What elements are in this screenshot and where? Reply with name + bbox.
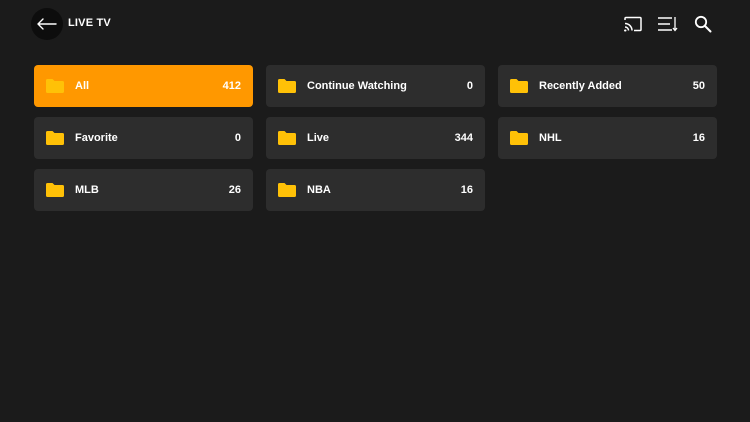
search-button[interactable] xyxy=(692,13,714,35)
category-tile[interactable]: Continue Watching 0 xyxy=(266,65,485,107)
category-tile[interactable]: NHL 16 xyxy=(498,117,717,159)
category-tile[interactable]: Recently Added 50 xyxy=(498,65,717,107)
sort-list-icon xyxy=(658,17,678,32)
category-label: Continue Watching xyxy=(307,80,407,92)
category-grid: All 412 Continue Watching 0 Recently Added 50… xyxy=(34,65,717,211)
category-count: 0 xyxy=(466,80,473,92)
category-tile[interactable]: Favorite 0 xyxy=(34,117,253,159)
folder-icon xyxy=(278,79,296,93)
sort-button[interactable] xyxy=(657,13,679,35)
folder-icon xyxy=(46,79,64,93)
arrow-left-icon xyxy=(37,18,57,30)
category-label: MLB xyxy=(75,184,99,196)
folder-icon xyxy=(510,131,528,145)
category-count: 412 xyxy=(222,80,241,92)
folder-icon xyxy=(510,79,528,93)
category-count: 16 xyxy=(692,132,705,144)
category-tile[interactable]: MLB 26 xyxy=(34,169,253,211)
category-label: Recently Added xyxy=(539,80,622,92)
category-label: Favorite xyxy=(75,132,118,144)
category-label: NHL xyxy=(539,132,562,144)
category-count: 16 xyxy=(460,184,473,196)
category-label: Live xyxy=(307,132,330,144)
folder-icon xyxy=(278,183,296,197)
category-count: 344 xyxy=(454,132,473,144)
category-count: 26 xyxy=(228,184,241,196)
category-tile[interactable]: NBA 16 xyxy=(266,169,485,211)
category-count: 0 xyxy=(234,132,241,144)
category-label: All xyxy=(75,80,90,92)
search-icon xyxy=(694,15,712,33)
back-button[interactable] xyxy=(31,8,63,40)
cast-icon xyxy=(624,16,642,32)
category-label: NBA xyxy=(307,184,331,196)
cast-button[interactable] xyxy=(622,13,644,35)
category-count: 50 xyxy=(692,80,705,92)
top-bar: LIVE TV xyxy=(0,0,750,48)
folder-icon xyxy=(46,183,64,197)
category-tile[interactable]: Live 344 xyxy=(266,117,485,159)
folder-icon xyxy=(46,131,64,145)
page-title: LIVE TV xyxy=(68,17,111,29)
category-tile[interactable]: All 412 xyxy=(34,65,253,107)
folder-icon xyxy=(278,131,296,145)
